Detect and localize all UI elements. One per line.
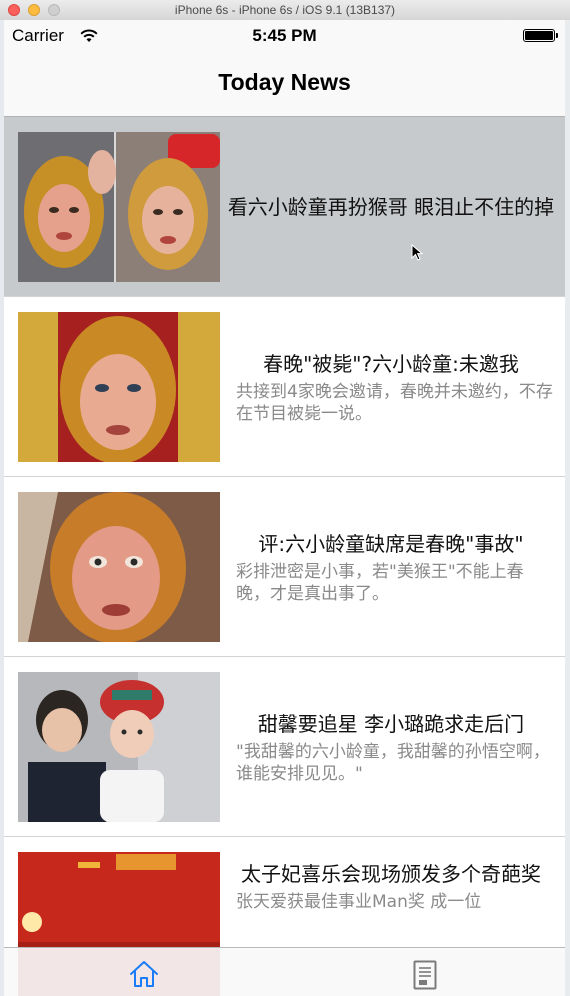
window-title: iPhone 6s - iPhone 6s / iOS 9.1 (13B137) [174, 3, 396, 17]
news-summary: "我甜馨的六小龄童，我甜馨的孙悟空啊，谁能安排见见。" [236, 742, 550, 784]
news-row[interactable]: 看六小龄童再扮猴哥 眼泪止不住的掉 [4, 117, 565, 297]
document-icon[interactable] [413, 960, 437, 990]
desktop-edge-right [565, 20, 570, 996]
page-title: Today News [218, 69, 351, 95]
battery-icon [523, 29, 558, 42]
status-bar: Carrier 5:45 PM [4, 20, 565, 52]
news-text: 评:六小龄童缺席是春晚"事故" 彩排泄密是小事，若"美猴王"不能上春晚，才是真出… [226, 477, 556, 657]
news-text: 甜馨要追星 李小璐跪求走后门 "我甜馨的六小龄童，我甜馨的孙悟空啊，谁能安排见见… [226, 657, 556, 837]
news-title: 评:六小龄童缺席是春晚"事故" [258, 532, 524, 556]
news-summary: 共接到4家晚会邀请，春晚并未邀约，不存在节目被毙一说。 [236, 382, 553, 424]
news-thumbnail [18, 492, 220, 642]
news-row[interactable]: 春晚"被毙"?六小龄童:未邀我 共接到4家晚会邀请，春晚并未邀约，不存在节目被毙… [4, 297, 565, 477]
news-summary: 彩排泄密是小事，若"美猴王"不能上春晚，才是真出事了。 [236, 562, 524, 604]
window-titlebar: iPhone 6s - iPhone 6s / iOS 9.1 (13B137) [0, 0, 570, 21]
news-row[interactable]: 评:六小龄童缺席是春晚"事故" 彩排泄密是小事，若"美猴王"不能上春晚，才是真出… [4, 477, 565, 657]
news-title: 甜馨要追星 李小璐跪求走后门 [257, 712, 525, 736]
news-title: 太子妃喜乐会现场颁发多个奇葩奖 [241, 862, 541, 886]
navigation-bar: Today News [4, 52, 565, 117]
news-text: 春晚"被毙"?六小龄童:未邀我 共接到4家晚会邀请，春晚并未邀约，不存在节目被毙… [226, 297, 556, 477]
simulator-screen: Carrier 5:45 PM Today News 看六小龄童再扮猴哥 眼泪止… [4, 20, 565, 996]
news-summary: 张天爱获最佳事业Man奖 成一位 [236, 892, 482, 912]
news-list: 看六小龄童再扮猴哥 眼泪止不住的掉 春晚"被毙"?六小龄童:未邀我 共接到4家晚… [4, 117, 565, 996]
status-time: 5:45 PM [252, 26, 317, 45]
news-thumbnail [18, 672, 220, 822]
news-thumbnail [18, 132, 220, 282]
news-row[interactable]: 甜馨要追星 李小璐跪求走后门 "我甜馨的六小龄童，我甜馨的孙悟空啊，谁能安排见见… [4, 657, 565, 837]
news-thumbnail [18, 312, 220, 462]
news-text: 看六小龄童再扮猴哥 眼泪止不住的掉 [226, 117, 556, 297]
news-title: 春晚"被毙"?六小龄童:未邀我 [263, 352, 519, 376]
news-title: 看六小龄童再扮猴哥 眼泪止不住的掉 [227, 195, 555, 219]
tab-bar [4, 947, 565, 996]
mouse-cursor-icon [411, 244, 423, 261]
home-icon[interactable] [129, 960, 159, 988]
